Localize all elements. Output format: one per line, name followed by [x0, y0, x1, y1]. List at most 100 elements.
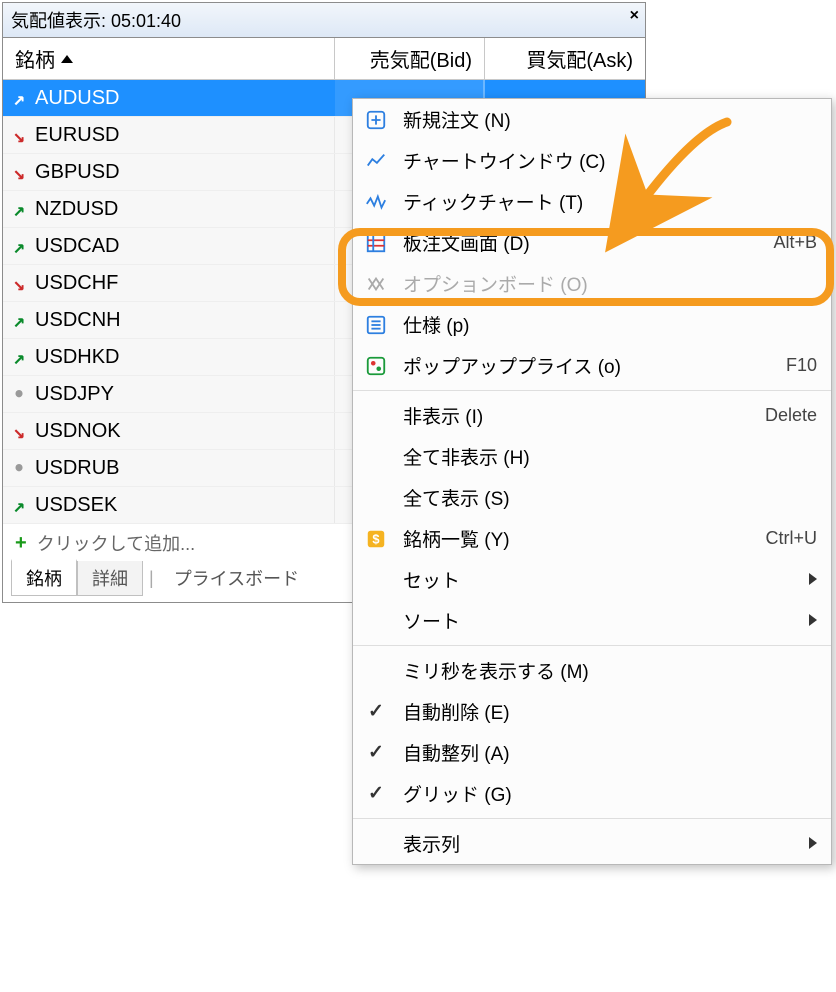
direction-arrow-icon: ↗	[13, 493, 25, 517]
symbol-label: EURUSD	[35, 124, 119, 147]
symbol-label: USDNOK	[35, 420, 121, 443]
menu-label: ティックチャート (T)	[403, 188, 723, 215]
context-menu: 新規注文 (N) チャートウインドウ (C) ティックチャート (T) 板注文画…	[352, 98, 832, 865]
symbol-cell: ↗ USDSEK	[3, 487, 335, 523]
menu-symbols-list[interactable]: $ 銘柄一覧 (Y) Ctrl+U	[353, 518, 831, 559]
symbol-cell: • USDRUB	[3, 450, 335, 486]
symbol-label: USDCNH	[35, 309, 121, 332]
direction-arrow-icon: •	[13, 456, 25, 480]
menu-label: チャートウインドウ (C)	[403, 147, 723, 174]
symbol-cell: ↘ USDCHF	[3, 265, 335, 301]
direction-arrow-icon: ↗	[13, 345, 25, 369]
menu-shortcut: F10	[737, 355, 817, 376]
submenu-arrow-icon	[809, 573, 817, 585]
tab-priceboard[interactable]: プライスボード	[160, 561, 313, 596]
symbol-cell: ↗AUDUSD	[3, 80, 335, 116]
direction-arrow-icon: ↘	[13, 271, 25, 295]
symbol-label: USDCAD	[35, 235, 119, 258]
col-bid-label: 売気配(Bid)	[370, 50, 472, 72]
menu-show-all[interactable]: 全て表示 (S)	[353, 477, 831, 518]
menu-chart-window[interactable]: チャートウインドウ (C)	[353, 140, 831, 181]
add-hint-label: クリックして追加...	[37, 530, 195, 556]
direction-arrow-icon: ↗	[13, 86, 25, 110]
menu-hide-all[interactable]: 全て非表示 (H)	[353, 436, 831, 477]
new-order-icon	[363, 109, 389, 131]
direction-arrow-icon: ↘	[13, 419, 25, 443]
direction-arrow-icon: ↗	[13, 234, 25, 258]
menu-label: 自動削除 (E)	[403, 698, 723, 725]
col-symbol[interactable]: 銘柄	[3, 38, 335, 79]
symbol-label: USDSEK	[35, 494, 117, 517]
menu-option-board[interactable]: オプションボード (O)	[353, 263, 831, 304]
menu-specification[interactable]: 仕様 (p)	[353, 304, 831, 345]
tab-symbols[interactable]: 銘柄	[11, 559, 77, 596]
menu-depth-of-market[interactable]: 板注文画面 (D) Alt+B	[353, 222, 831, 263]
symbol-label: NZDUSD	[35, 198, 118, 221]
symbol-label: USDJPY	[35, 383, 114, 406]
symbol-label: GBPUSD	[35, 161, 119, 184]
depth-icon	[363, 232, 389, 254]
spec-icon	[363, 314, 389, 336]
menu-label: 仕様 (p)	[403, 311, 723, 338]
col-symbol-label: 銘柄	[15, 44, 55, 73]
menu-label: 新規注文 (N)	[403, 106, 723, 133]
col-ask-label: 買気配(Ask)	[526, 50, 633, 72]
direction-arrow-icon: ↗	[13, 197, 25, 221]
tick-chart-icon	[363, 191, 389, 213]
menu-label: 板注文画面 (D)	[403, 229, 723, 256]
popup-icon	[363, 355, 389, 377]
col-bid[interactable]: 売気配(Bid)	[335, 38, 485, 79]
direction-arrow-icon: ↘	[13, 123, 25, 147]
symbol-label: USDCHF	[35, 272, 118, 295]
menu-label: オプションボード (O)	[403, 270, 723, 297]
svg-text:$: $	[372, 531, 379, 546]
symbol-cell: ↘ USDNOK	[3, 413, 335, 449]
menu-shortcut: Ctrl+U	[737, 528, 817, 549]
titlebar[interactable]: 気配値表示: 05:01:40 ×	[3, 3, 645, 38]
close-icon[interactable]: ×	[630, 7, 639, 25]
menu-shortcut: Delete	[737, 405, 817, 426]
menu-tick-chart[interactable]: ティックチャート (T)	[353, 181, 831, 222]
menu-columns[interactable]: 表示列	[353, 823, 831, 864]
menu-sort[interactable]: ソート	[353, 600, 831, 641]
menu-sets[interactable]: セット	[353, 559, 831, 600]
symbol-label: USDHKD	[35, 346, 119, 369]
symbol-cell: ↗ NZDUSD	[3, 191, 335, 227]
check-icon: ✓	[368, 782, 384, 805]
col-ask[interactable]: 買気配(Ask)	[485, 38, 645, 79]
option-board-icon	[363, 273, 389, 295]
table-header: 銘柄 売気配(Bid) 買気配(Ask)	[3, 38, 645, 80]
symbol-label: USDRUB	[35, 457, 119, 480]
menu-grid[interactable]: ✓ グリッド (G)	[353, 773, 831, 814]
chart-window-icon	[363, 150, 389, 172]
menu-show-ms[interactable]: ミリ秒を表示する (M)	[353, 650, 831, 691]
menu-auto-arrange[interactable]: ✓ 自動整列 (A)	[353, 732, 831, 773]
symbol-cell: ↘ GBPUSD	[3, 154, 335, 190]
menu-label: 表示列	[403, 830, 723, 857]
symbol-cell: • USDJPY	[3, 376, 335, 412]
menu-hide[interactable]: 非表示 (I) Delete	[353, 395, 831, 436]
symbols-icon: $	[363, 528, 389, 550]
tab-divider: |	[143, 568, 160, 589]
menu-label: セット	[403, 566, 723, 593]
menu-label: ミリ秒を表示する (M)	[403, 657, 723, 684]
plus-icon: +	[15, 532, 27, 555]
check-icon: ✓	[368, 700, 384, 723]
menu-label: 自動整列 (A)	[403, 739, 723, 766]
tab-details[interactable]: 詳細	[77, 561, 143, 596]
sort-asc-icon	[61, 55, 73, 63]
menu-shortcut: Alt+B	[737, 232, 817, 253]
submenu-arrow-icon	[809, 837, 817, 849]
direction-arrow-icon: ↘	[13, 160, 25, 184]
direction-arrow-icon: •	[13, 382, 25, 406]
menu-separator	[353, 645, 831, 646]
menu-auto-delete[interactable]: ✓ 自動削除 (E)	[353, 691, 831, 732]
menu-label: ポップアッププライス (o)	[403, 352, 723, 379]
menu-new-order[interactable]: 新規注文 (N)	[353, 99, 831, 140]
menu-popup-prices[interactable]: ポップアッププライス (o) F10	[353, 345, 831, 386]
menu-label: 非表示 (I)	[403, 402, 723, 429]
menu-label: 全て表示 (S)	[403, 484, 723, 511]
menu-separator	[353, 818, 831, 819]
symbol-cell: ↗ USDHKD	[3, 339, 335, 375]
menu-label: グリッド (G)	[403, 780, 723, 807]
